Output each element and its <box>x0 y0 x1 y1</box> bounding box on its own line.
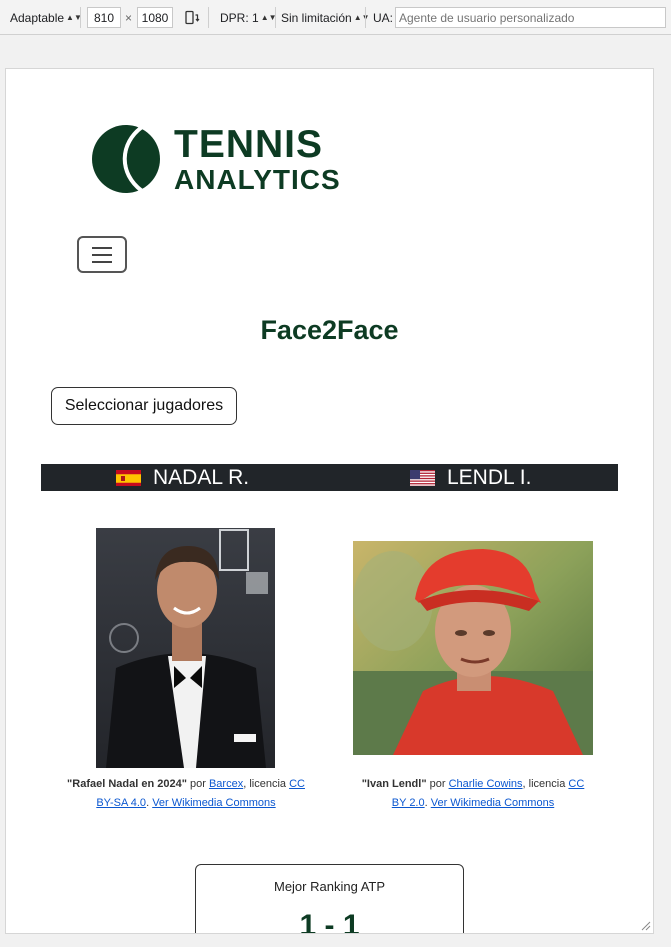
best-ranking-card: Mejor Ranking ATP 1 - 1 <box>195 864 464 934</box>
throttle-label: Sin limitación <box>281 10 352 25</box>
player-1-photo <box>96 528 275 768</box>
dpr-label: DPR: 1 <box>220 10 259 25</box>
player-1-attribution: "Rafael Nadal en 2024" por Barcex, licen… <box>63 775 309 813</box>
ua-label: UA: <box>373 0 393 35</box>
site-logo[interactable]: TENNIS ANALYTICS <box>92 121 342 201</box>
spain-flag-icon <box>116 469 141 486</box>
menu-toggle-button[interactable] <box>77 236 127 273</box>
rotate-icon[interactable] <box>184 0 200 35</box>
divider <box>275 7 276 28</box>
usa-flag-icon <box>410 469 435 486</box>
chevron-down-icon: ▲▼ <box>353 13 370 22</box>
width-input[interactable]: 810 <box>87 7 121 28</box>
caption-text: por <box>186 778 209 790</box>
logo-line-1: TENNIS <box>174 123 324 166</box>
height-input[interactable]: 1080 <box>137 7 173 28</box>
player-2-photo <box>353 541 593 755</box>
times-label: × <box>125 10 133 25</box>
photo-title: "Rafael Nadal en 2024" <box>67 778 187 790</box>
author-link[interactable]: Charlie Cowins <box>449 778 523 790</box>
times-sign: × <box>125 0 132 35</box>
hamburger-bar <box>92 260 112 263</box>
divider <box>365 7 366 28</box>
device-label: Adaptable <box>10 10 65 25</box>
hamburger-bar <box>92 246 112 249</box>
page-title: Face2Face <box>260 315 399 345</box>
dpr-select[interactable]: DPR: 1 ▲▼ <box>220 0 277 35</box>
player-2-header: LENDL I. <box>410 464 531 491</box>
user-agent-input[interactable] <box>395 7 666 28</box>
divider <box>80 7 81 28</box>
ua-label-text: UA: <box>373 10 394 25</box>
height-value: 1080 <box>141 10 169 25</box>
author-link[interactable]: Barcex <box>209 778 243 790</box>
width-value: 810 <box>93 10 115 25</box>
player-1-header: NADAL R. <box>116 464 249 491</box>
player-1-name: NADAL R. <box>153 465 250 489</box>
caption-text: , licencia <box>522 778 569 790</box>
resize-grip-icon[interactable] <box>639 919 651 931</box>
wikimedia-commons-link[interactable]: Ver Wikimedia Commons <box>152 797 275 809</box>
player-2-name: LENDL I. <box>447 465 532 489</box>
device-select[interactable]: Adaptable ▲▼ <box>10 0 82 35</box>
device-toolbar: Adaptable ▲▼ 810 × 1080 DPR: 1 ▲▼ Sin limi… <box>0 0 671 35</box>
throttle-select[interactable]: Sin limitación ▲▼ <box>281 0 370 35</box>
wikimedia-commons-link[interactable]: Ver Wikimedia Commons <box>431 797 554 809</box>
logo-wordmark: TENNIS ANALYTICS <box>174 125 341 194</box>
best-ranking-label: Mejor Ranking ATP <box>273 879 386 894</box>
best-ranking-value: 1 - 1 <box>299 909 360 934</box>
caption-text: , licencia <box>243 778 290 790</box>
page-viewport: TENNIS ANALYTICS Face2Face Seleccionar j… <box>5 68 654 934</box>
logo-line-2: ANALYTICS <box>174 164 341 195</box>
photo-title: "Ivan Lendl" <box>361 778 427 790</box>
hamburger-bar <box>92 253 112 256</box>
divider <box>208 7 209 28</box>
players-header: NADAL R. LENDL I. <box>41 464 618 491</box>
tennis-ball-icon <box>92 125 160 193</box>
player-2-attribution: "Ivan Lendl" por Charlie Cowins, licenci… <box>355 775 591 813</box>
caption-text: por <box>426 778 449 790</box>
select-players-button[interactable]: Seleccionar jugadores <box>51 387 237 425</box>
